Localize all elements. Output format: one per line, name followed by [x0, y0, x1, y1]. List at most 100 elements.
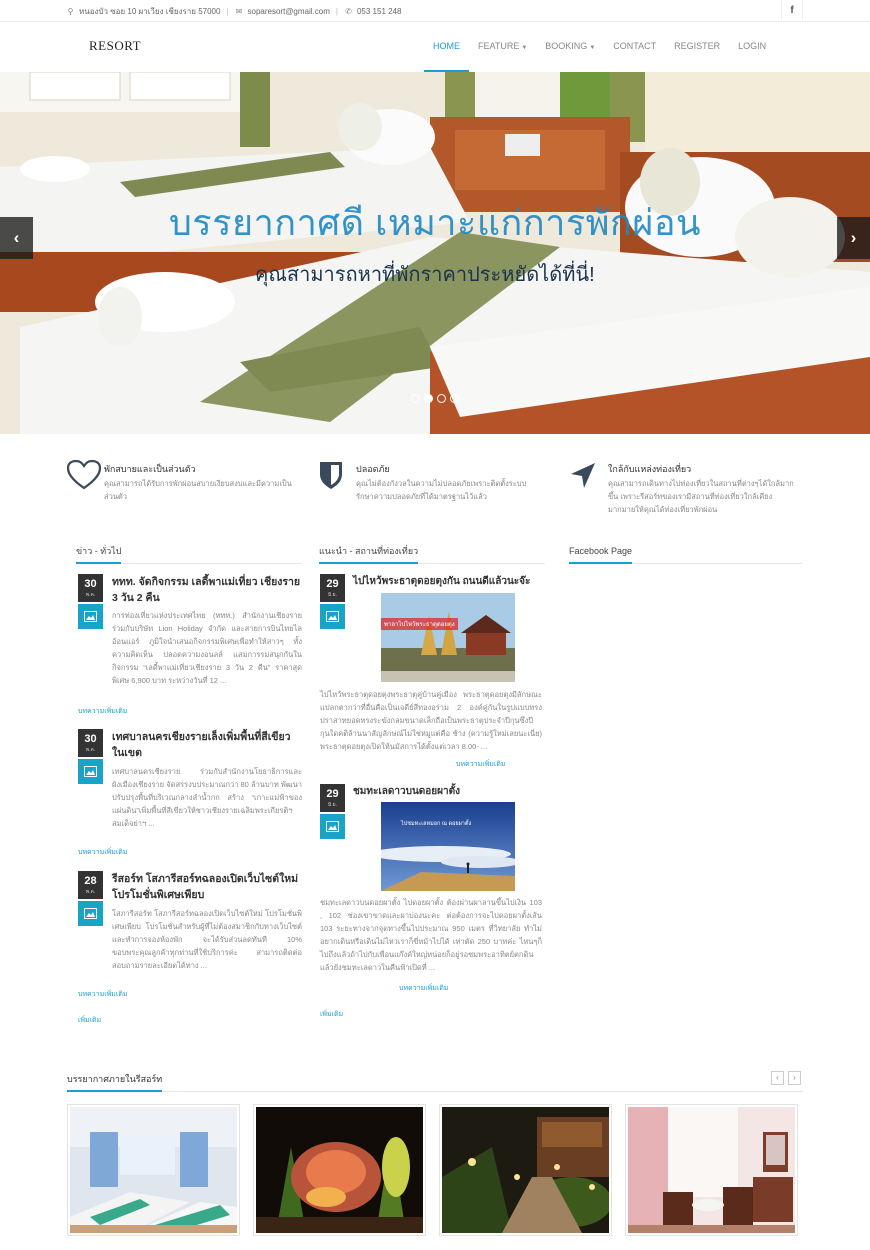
nav-item-register[interactable]: REGISTER: [665, 22, 729, 72]
nav-item-feature[interactable]: FEATURE ▼: [469, 22, 536, 72]
hero-subtitle: คุณสามารถหาที่พักราคาประหยัดได้ที่นี่!: [255, 264, 595, 286]
post-title[interactable]: รีสอร์ท โสภารีสอร์ทฉลองเปิดเว็บไซต์ใหม่ …: [112, 871, 302, 903]
nav-label: LOGIN: [738, 41, 767, 51]
slider-dot[interactable]: [450, 394, 459, 403]
date-month: พ.ค.: [85, 747, 96, 753]
date-day: 30: [84, 733, 97, 745]
post-excerpt: ชมทะเลดาวบนดอยผาตั้ง ไปดอยผาตั้ง ต้องผ่า…: [320, 898, 542, 972]
place-post: 29 มิ.ย. ไปไหว้พระธาตุดอยตุงกัน ถนนดีแล้ว…: [320, 574, 544, 769]
places-heading: แนะนำ - สถานที่ท่องเที่ยว: [319, 540, 545, 564]
facebook-heading: Facebook Page: [569, 540, 802, 564]
image-icon: [78, 604, 103, 629]
doi-tung-photo: พาลาไปไหว้พระธาตุดอยตุง: [381, 593, 515, 682]
date-month: พ.ค.: [85, 889, 96, 895]
slider-dots: [411, 394, 459, 403]
feature-title: พักสบายและเป็นส่วนตัว: [104, 464, 196, 474]
post-excerpt: เทศบาลนครเชียงราย ร่วมกับสำนักงานโยธาธิก…: [112, 767, 302, 828]
post-title[interactable]: ชมทะเลดาวบนดอยผาตั้ง: [353, 784, 544, 800]
nav-item-booking[interactable]: BOOKING ▼: [536, 22, 604, 72]
places-more-link[interactable]: เพิ่มเติม: [320, 1009, 343, 1020]
nav-label: BOOKING: [545, 41, 588, 51]
nav-item-login[interactable]: LOGIN: [729, 22, 775, 72]
date-badge: 29 มิ.ย.: [320, 784, 345, 839]
news-post: 28 พ.ค. รีสอร์ท โสภารีสอร์ทฉลองเปิดเว็บไซ…: [78, 871, 302, 981]
divider: |: [335, 7, 338, 16]
slider-prev-button[interactable]: ‹: [0, 217, 33, 259]
date-month: มิ.ย.: [327, 592, 337, 598]
read-more-link[interactable]: บทความเพิ่มเติม: [78, 706, 127, 717]
shield-icon: [320, 462, 342, 489]
read-more-link[interactable]: บทความเพิ่มเติม: [78, 989, 127, 1000]
slider-dot-active[interactable]: [424, 394, 433, 403]
date-day: 29: [326, 578, 339, 590]
read-more-link[interactable]: บทความเพิ่มเติม: [456, 759, 505, 770]
phone-text: 053 151 248: [356, 7, 402, 16]
location-arrow-icon: [571, 463, 595, 488]
top-contact-bar: ⚲ หนองบัว ซอย 10 ผาเวียง เชียงราย 57000 …: [0, 0, 870, 22]
date-badge: 29 มิ.ย.: [320, 574, 345, 629]
phone-icon: ✆: [345, 7, 352, 16]
site-logo[interactable]: RESORT: [89, 38, 141, 54]
feature-text: คุณไม่ต้องกังวลในความไม่ปลอดภัยเพราะติดต…: [356, 479, 527, 501]
nav-label: REGISTER: [674, 41, 721, 51]
slider-dot[interactable]: [437, 394, 446, 403]
date-badge: 30 พ.ค.: [78, 574, 103, 629]
post-title[interactable]: ไปไหว้พระธาตุดอยตุงกัน ถนนดีแล้วนะจ๊ะ: [353, 574, 544, 590]
caret-down-icon: ▼: [521, 45, 528, 51]
nav-item-home[interactable]: HOME: [424, 22, 469, 72]
gallery-prev-button[interactable]: ‹: [771, 1071, 784, 1085]
hero-bedroom-image: [0, 72, 870, 434]
facebook-icon[interactable]: f: [781, 0, 803, 22]
nav-label: HOME: [433, 41, 460, 51]
gallery-image-room[interactable]: [67, 1104, 240, 1236]
contact-info: ⚲ หนองบัว ซอย 10 ผาเวียง เชียงราย 57000 …: [66, 5, 402, 18]
date-month: มิ.ย.: [327, 802, 337, 808]
nav-menu: HOME FEATURE ▼ BOOKING ▼ CONTACT REGISTER …: [424, 22, 775, 72]
post-excerpt: ไปไหว้พระธาตุดอยตุงพระธาตุคู่บ้านคู่เมือ…: [320, 690, 542, 751]
nav-item-contact[interactable]: CONTACT: [604, 22, 665, 72]
date-day: 30: [84, 578, 97, 590]
post-excerpt: โสภารีสอร์ท โสภารีสอร์ทฉลองเปิดเว็บไซต์ใ…: [112, 909, 302, 970]
date-badge: 28 พ.ค.: [78, 871, 103, 926]
map-marker-icon: ⚲: [67, 7, 74, 16]
gallery-image-night-lights[interactable]: [253, 1104, 426, 1236]
date-month: พ.ค.: [85, 592, 96, 598]
divider: |: [226, 7, 229, 16]
feature-title: ใกล้กับแหล่งท่องเที่ยว: [608, 464, 692, 474]
news-heading: ข่าว - ทั่วไป: [76, 540, 302, 564]
section-title: ข่าว - ทั่วไป: [76, 540, 122, 564]
email-link[interactable]: soparesort@gmail.com: [248, 7, 330, 16]
hero-title: บรรยากาศดี เหมาะแก่การพักผ่อน: [168, 202, 702, 243]
main-navbar: RESORT HOME FEATURE ▼ BOOKING ▼ CONTACT RE…: [0, 22, 870, 72]
slider-next-button[interactable]: ›: [837, 217, 870, 259]
section-title: แนะนำ - สถานที่ท่องเที่ยว: [319, 540, 419, 564]
news-post: 30 พ.ค. ททท. จัดกิจกรรม เลดี้พาแม่เที่ยว …: [78, 574, 302, 704]
gallery-image-garden[interactable]: [439, 1104, 612, 1236]
image-icon: [78, 901, 103, 926]
news-post: 30 พ.ค. เทศบาลนครเชียงรายเล็งเพิ่มพื้นที่…: [78, 729, 302, 839]
date-day: 28: [84, 875, 97, 887]
caret-down-icon: ▼: [589, 45, 596, 51]
feature-text: คุณสามารถเดินทางไปท่องเที่ยวในสถานที่ต่า…: [608, 479, 794, 514]
hero-slider: บรรยากาศดี เหมาะแก่การพักผ่อน คุณสามารถห…: [0, 72, 870, 434]
photo-caption: ไปชมทะเลหมอก ณ ดอยผาตั้ง: [401, 821, 472, 827]
post-title[interactable]: ททท. จัดกิจกรรม เลดี้พาแม่เที่ยว เชียงรา…: [112, 574, 302, 606]
post-excerpt: การท่องเที่ยวแห่งประเทศไทย (ททท.) สำนักง…: [112, 611, 302, 685]
gallery-heading: บรรยากาศภายในรีสอร์ท: [67, 1068, 803, 1092]
image-icon: [320, 604, 345, 629]
read-more-link[interactable]: บทความเพิ่มเติม: [78, 847, 127, 858]
photo-caption: พาลาไปไหว้พระธาตุดอยตุง: [381, 618, 458, 630]
envelope-icon: ✉: [235, 7, 243, 16]
image-icon: [78, 759, 103, 784]
news-more-link[interactable]: เพิ่มเติม: [78, 1015, 101, 1026]
date-badge: 30 พ.ค.: [78, 729, 103, 784]
post-title[interactable]: เทศบาลนครเชียงรายเล็งเพิ่มพื้นที่สีเขียว…: [112, 729, 302, 761]
section-title: บรรยากาศภายในรีสอร์ท: [67, 1068, 163, 1092]
feature-text: คุณสามารถได้รับการพักผ่อนสบายเงียบสงบและ…: [104, 479, 292, 501]
date-day: 29: [326, 788, 339, 800]
gallery-image-sitting-room[interactable]: [625, 1104, 798, 1236]
feature-title: ปลอดภัย: [356, 464, 390, 474]
gallery-next-button[interactable]: ›: [788, 1071, 801, 1085]
read-more-link[interactable]: บทความเพิ่มเติม: [399, 983, 448, 994]
slider-dot[interactable]: [411, 394, 420, 403]
